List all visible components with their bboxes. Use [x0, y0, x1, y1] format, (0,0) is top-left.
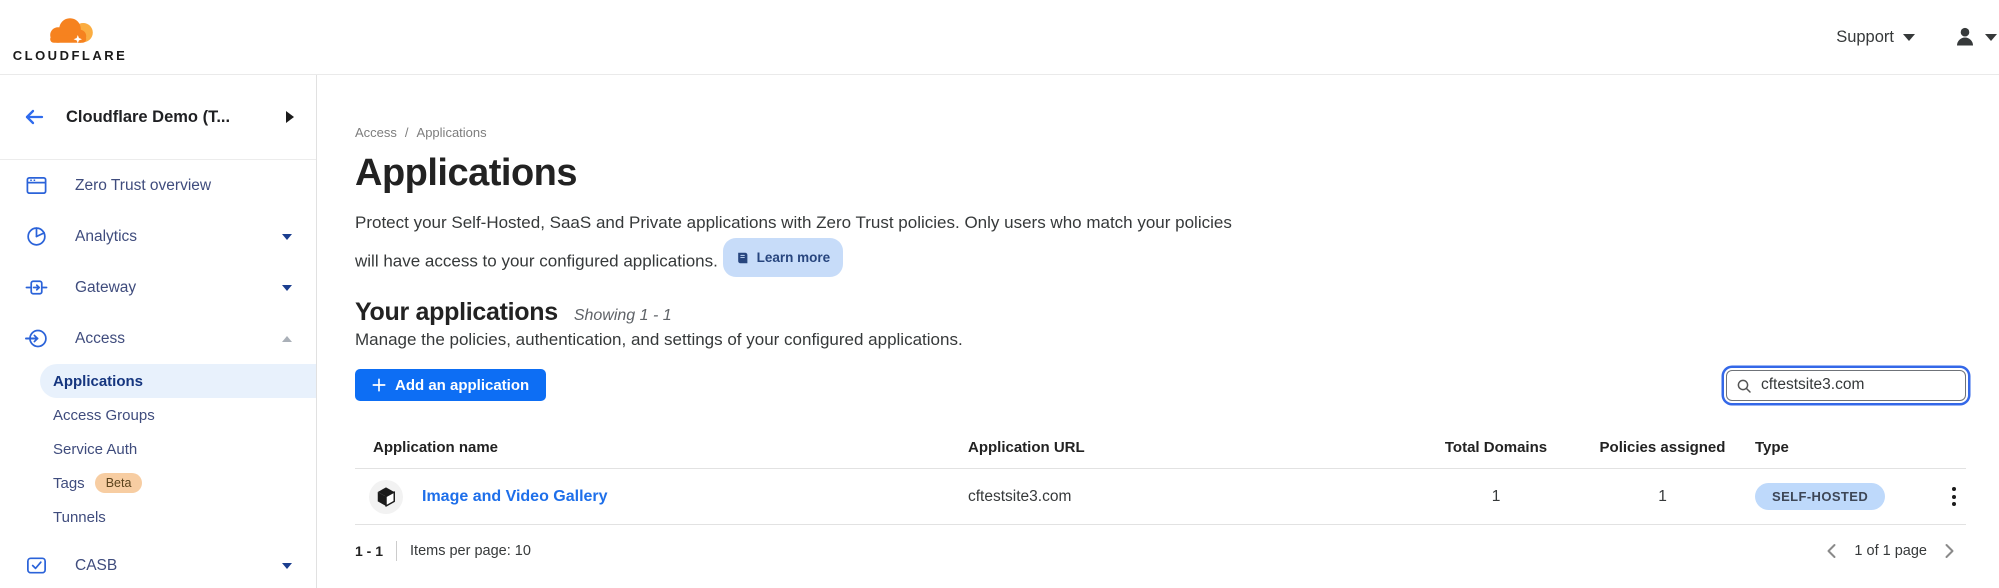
main-content: Access / Applications Applications Prote… — [317, 75, 1999, 588]
breadcrumb-separator: / — [405, 125, 409, 141]
support-menu[interactable]: Support — [1836, 28, 1915, 47]
controls-row: Add an application — [355, 369, 1966, 401]
breadcrumb-applications[interactable]: Applications — [417, 125, 487, 141]
breadcrumb-access[interactable]: Access — [355, 125, 397, 141]
sidebar-item-tunnels[interactable]: Tunnels — [0, 500, 316, 534]
chevron-right-icon[interactable] — [286, 111, 294, 123]
pagination-range: 1 - 1 — [355, 543, 383, 559]
sidebar-item-access-groups[interactable]: Access Groups — [0, 398, 316, 432]
add-application-button[interactable]: Add an application — [355, 369, 546, 401]
cloudflare-logo[interactable]: CLOUDFLARE — [18, 11, 122, 63]
pagination-controls: 1 of 1 page — [1825, 543, 1966, 559]
learn-more-label: Learn more — [757, 242, 831, 273]
chevron-down-icon — [1903, 34, 1915, 41]
overview-window-icon — [25, 174, 48, 197]
sidebar-item-label: Access — [75, 330, 125, 348]
row-actions-kebab-icon[interactable] — [1942, 481, 1966, 512]
chevron-down-icon — [1985, 34, 1997, 41]
gateway-icon — [25, 276, 48, 299]
sidebar: Cloudflare Demo (T... Zero Trust overvie… — [0, 75, 317, 588]
pagination-divider — [396, 541, 397, 561]
topbar: CLOUDFLARE Support — [0, 0, 1999, 75]
col-type: Type — [1755, 439, 1926, 456]
table-row: Image and Video Gallery cftestsite3.com … — [355, 469, 1966, 525]
cube-icon — [375, 486, 397, 508]
intro-text: Protect your Self-Hosted, SaaS and Priva… — [355, 207, 1260, 277]
showing-count: Showing 1 - 1 — [574, 307, 672, 325]
caret-down-icon[interactable] — [282, 285, 292, 291]
sidebar-item-zero-trust-overview[interactable]: Zero Trust overview — [0, 160, 316, 211]
breadcrumb: Access / Applications — [355, 125, 1966, 141]
application-name-cell: Image and Video Gallery — [355, 480, 968, 514]
col-application-url: Application URL — [968, 439, 1422, 456]
sidebar-item-label: Tunnels — [53, 509, 106, 526]
sidebar-account-header: Cloudflare Demo (T... — [0, 75, 316, 160]
search-input[interactable] — [1726, 370, 1966, 401]
sidebar-item-access[interactable]: Access — [0, 313, 316, 364]
section-head: Your applications Showing 1 - 1 — [355, 297, 1966, 327]
sidebar-item-label: Gateway — [75, 279, 136, 297]
analytics-pie-icon — [25, 225, 48, 248]
sidebar-item-casb[interactable]: CASB — [0, 540, 316, 588]
sidebar-nav: Zero Trust overview Analytics Gateway — [0, 160, 316, 588]
back-arrow-icon[interactable] — [22, 105, 46, 129]
user-icon — [1953, 25, 1977, 49]
page-info: 1 of 1 page — [1854, 543, 1927, 559]
sidebar-item-label: Analytics — [75, 228, 137, 246]
policies-assigned-value: 1 — [1570, 488, 1755, 506]
col-total-domains: Total Domains — [1422, 439, 1570, 456]
previous-page-icon[interactable] — [1825, 543, 1838, 559]
learn-more-chip[interactable]: Learn more — [723, 238, 844, 277]
pagination: 1 - 1 Items per page: 10 1 of 1 page — [355, 525, 1966, 577]
page-title: Applications — [355, 151, 1966, 195]
support-label: Support — [1836, 28, 1894, 47]
items-per-page: Items per page: 10 — [410, 543, 531, 559]
book-icon — [736, 251, 750, 265]
topbar-right: Support — [1836, 25, 1999, 49]
sidebar-item-service-auth[interactable]: Service Auth — [0, 432, 316, 466]
caret-up-icon[interactable] — [282, 336, 292, 342]
user-menu[interactable] — [1953, 25, 1997, 49]
search-box — [1726, 370, 1966, 401]
cloudflare-logo-text: CLOUDFLARE — [13, 48, 128, 63]
section-title: Your applications — [355, 297, 558, 327]
sidebar-item-applications[interactable]: Applications — [40, 364, 316, 398]
sidebar-item-label: CASB — [75, 557, 117, 575]
applications-table: Application name Application URL Total D… — [355, 427, 1966, 525]
casb-check-icon — [25, 554, 48, 577]
total-domains-value: 1 — [1422, 488, 1570, 506]
section-subtitle: Manage the policies, authentication, and… — [355, 327, 1966, 353]
sidebar-item-gateway[interactable]: Gateway — [0, 262, 316, 313]
caret-down-icon[interactable] — [282, 234, 292, 240]
application-url: cftestsite3.com — [968, 488, 1422, 506]
application-avatar — [369, 480, 403, 514]
sidebar-item-label: Service Auth — [53, 441, 137, 458]
sidebar-item-label: Applications — [53, 373, 143, 390]
sidebar-item-label: Zero Trust overview — [75, 177, 211, 195]
sidebar-item-label: Tags — [53, 475, 85, 492]
col-application-name: Application name — [355, 439, 968, 456]
plus-icon — [372, 378, 386, 392]
table-header-row: Application name Application URL Total D… — [355, 427, 1966, 469]
access-login-icon — [25, 327, 48, 350]
add-application-label: Add an application — [395, 377, 529, 394]
account-name[interactable]: Cloudflare Demo (T... — [66, 108, 266, 127]
type-badge: SELF-HOSTED — [1755, 483, 1885, 510]
next-page-icon[interactable] — [1943, 543, 1956, 559]
sidebar-item-tags[interactable]: Tags Beta — [0, 466, 316, 500]
caret-down-icon[interactable] — [282, 563, 292, 569]
col-policies-assigned: Policies assigned — [1570, 439, 1755, 456]
cloudflare-cloud-icon — [31, 11, 109, 47]
application-link[interactable]: Image and Video Gallery — [422, 488, 608, 506]
sidebar-item-analytics[interactable]: Analytics — [0, 211, 316, 262]
sidebar-item-label: Access Groups — [53, 407, 155, 424]
beta-badge: Beta — [95, 473, 143, 493]
